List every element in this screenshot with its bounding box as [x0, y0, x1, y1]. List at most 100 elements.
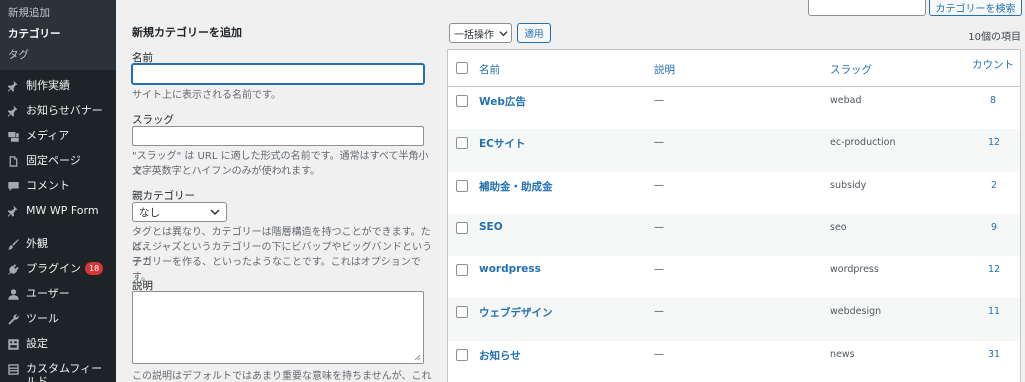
- category-count-link[interactable]: 8: [990, 95, 996, 106]
- bulk-actions-select[interactable]: 一括操作: [449, 23, 512, 43]
- sidebar-item-label: メディア: [26, 129, 70, 142]
- settings-icon: [6, 337, 20, 351]
- category-count-link[interactable]: 12: [988, 137, 1000, 148]
- sidebar-item-label: ツール: [26, 312, 59, 325]
- comment-icon: [6, 179, 20, 193]
- column-header-description[interactable]: 説明: [654, 62, 675, 77]
- select-all-checkbox[interactable]: [456, 62, 468, 74]
- sidebar-item-comments[interactable]: コメント: [0, 173, 116, 198]
- name-description: サイト上に表示される名前です。: [132, 90, 281, 101]
- sidebar-item-media[interactable]: メディア: [0, 123, 116, 148]
- user-icon: [6, 287, 20, 301]
- row-checkbox[interactable]: [456, 264, 468, 277]
- name-field[interactable]: [132, 64, 424, 84]
- sidebar-item-label: コメント: [26, 179, 70, 192]
- sidebar-item-news-banner[interactable]: お知らせバナー: [0, 98, 116, 123]
- parent-category-label: 親カテゴリー: [132, 190, 195, 202]
- category-slug: seo: [830, 221, 847, 233]
- parent-category-value: なし: [139, 206, 160, 219]
- category-name-link[interactable]: ウェブデザイン: [479, 305, 553, 320]
- category-name-link[interactable]: 補助金・助成金: [479, 179, 553, 194]
- parent-category-select[interactable]: なし: [132, 202, 227, 222]
- sidebar-item-settings[interactable]: 設定: [0, 331, 116, 356]
- chevron-down-icon: [210, 209, 220, 216]
- category-description: —: [654, 95, 664, 106]
- table-row: SEO — seo 9: [448, 213, 1020, 257]
- sidebar-item-mw-wp-form[interactable]: MW WP Form: [0, 198, 116, 223]
- table-row: Web広告 — webad 8: [448, 87, 1020, 129]
- category-count-link[interactable]: 12: [988, 264, 1000, 275]
- category-slug: wordpress: [830, 264, 879, 276]
- sidebar-item-plugins[interactable]: プラグイン 18: [0, 256, 116, 281]
- category-description: —: [654, 306, 664, 318]
- row-checkbox[interactable]: [456, 179, 468, 192]
- form-title: 新規カテゴリーを追加: [132, 26, 242, 39]
- row-checkbox[interactable]: [456, 348, 468, 361]
- item-count: 10個の項目: [968, 32, 1021, 43]
- sidebar-item-works[interactable]: 制作実績: [0, 73, 116, 98]
- search-categories-button[interactable]: カテゴリーを検索: [929, 0, 1022, 16]
- submenu-item-categories[interactable]: カテゴリー: [0, 24, 116, 45]
- plugin-icon: [6, 262, 20, 276]
- sidebar-item-users[interactable]: ユーザー: [0, 281, 116, 306]
- name-label: 名前: [132, 52, 153, 64]
- grid-icon: [6, 362, 20, 376]
- column-header-name[interactable]: 名前: [479, 62, 500, 77]
- table-row: お知らせ — news 31: [448, 341, 1020, 382]
- category-count-link[interactable]: 2: [991, 180, 997, 191]
- sidebar-item-label: 外観: [26, 237, 48, 250]
- category-name-link[interactable]: SEO: [479, 221, 503, 233]
- parent-description-line-3: テゴリーを作る、といったようなことです。これはオプションです。: [132, 257, 421, 283]
- category-slug: webdesign: [830, 306, 882, 318]
- table-row: ECサイト — ec-production 12: [448, 129, 1020, 172]
- submenu-item-tags[interactable]: タグ: [0, 45, 116, 66]
- sidebar-item-label: お知らせバナー: [26, 104, 103, 117]
- apply-button[interactable]: 適用: [517, 23, 551, 43]
- wrench-icon: [6, 312, 20, 326]
- pin-icon: [6, 79, 20, 93]
- sidebar-item-label: 固定ページ: [26, 154, 81, 167]
- category-description: —: [654, 348, 664, 360]
- sidebar-item-custom-fields[interactable]: カスタムフィールド: [0, 356, 116, 382]
- column-header-slug[interactable]: スラッグ: [830, 62, 872, 77]
- row-checkbox[interactable]: [456, 221, 468, 234]
- posts-submenu: 新規追加 カテゴリー タグ: [0, 0, 116, 70]
- category-name-link[interactable]: wordpress: [479, 263, 541, 275]
- category-slug: news: [830, 348, 855, 360]
- slug-description-line-2: で、英数字とハイフンのみが使われます。: [132, 166, 321, 177]
- pin-icon: [6, 104, 20, 118]
- sidebar-item-label: 制作実績: [26, 79, 70, 92]
- slug-label: スラッグ: [132, 114, 174, 126]
- sidebar-item-pages[interactable]: 固定ページ: [0, 148, 116, 173]
- category-name-link[interactable]: ECサイト: [479, 136, 525, 151]
- category-description: —: [654, 137, 664, 149]
- description-textarea[interactable]: [132, 291, 424, 364]
- submenu-item-add-new[interactable]: 新規追加: [0, 3, 116, 24]
- table-row: wordpress — wordpress 12: [448, 256, 1020, 298]
- row-checkbox[interactable]: [456, 306, 468, 319]
- category-name-link[interactable]: お知らせ: [479, 348, 521, 363]
- categories-table: 名前 説明 スラッグ カウント Web広告 — webad 8 ECサイト — …: [447, 49, 1021, 382]
- chevron-down-icon: [499, 30, 508, 36]
- category-count-link[interactable]: 11: [988, 306, 1000, 317]
- brush-icon: [6, 237, 20, 251]
- sidebar-item-tools[interactable]: ツール: [0, 306, 116, 331]
- category-name-link[interactable]: Web広告: [479, 94, 526, 109]
- resize-handle-icon[interactable]: [414, 354, 421, 361]
- category-description: —: [654, 221, 664, 233]
- category-search-input[interactable]: [808, 0, 926, 16]
- row-checkbox[interactable]: [456, 95, 468, 107]
- category-description: —: [654, 264, 664, 276]
- sidebar-item-label: ユーザー: [26, 287, 70, 300]
- category-description: —: [654, 179, 664, 191]
- column-header-count[interactable]: カウント: [972, 57, 1014, 72]
- admin-sidebar: 新規追加 カテゴリー タグ 制作実績 お知らせバナー メディア 固定ページ コメ…: [0, 0, 116, 382]
- sidebar-item-label: カスタムフィールド: [26, 362, 103, 382]
- description-help: この説明はデフォルトではあまり重要な意味を持ちませんが、これを表: [132, 371, 432, 382]
- slug-field[interactable]: [132, 126, 424, 146]
- row-checkbox[interactable]: [456, 137, 468, 150]
- category-count-link[interactable]: 31: [988, 349, 1000, 360]
- category-count-link[interactable]: 9: [991, 222, 997, 233]
- sidebar-item-appearance[interactable]: 外観: [0, 231, 116, 256]
- media-icon: [6, 129, 20, 143]
